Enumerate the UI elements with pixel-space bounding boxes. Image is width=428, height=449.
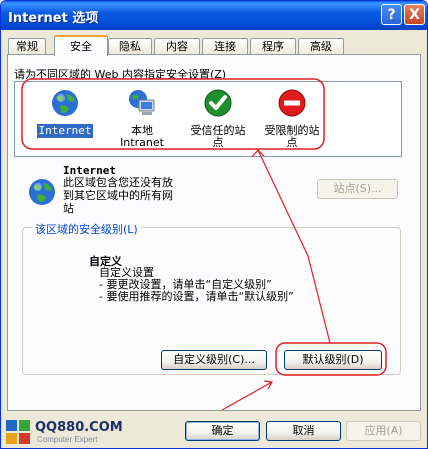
title-bar[interactable]: Internet 选项 ? X — [1, 1, 427, 30]
intranet-computer-icon — [129, 90, 155, 115]
zone-local-intranet-label: 本地 Intranet — [120, 124, 164, 149]
close-button[interactable]: X — [404, 4, 425, 25]
tab-privacy[interactable]: 隐私 — [108, 38, 152, 55]
tab-content[interactable]: 内容 — [154, 38, 200, 55]
trusted-check-icon — [204, 89, 232, 117]
zone-internet[interactable]: Internet — [35, 88, 95, 138]
default-level-button[interactable]: 默认级别(D) — [284, 350, 382, 370]
tab-programs[interactable]: 程序 — [250, 38, 296, 55]
zone-info-description: 此区域包含您还没有放到其它区域中的所有网站 — [63, 176, 173, 215]
zone-trusted-sites[interactable]: 受信任的站 点 — [185, 88, 251, 150]
ok-button[interactable]: 确定 — [185, 421, 260, 441]
puzzle-logo-icon — [6, 420, 30, 444]
restricted-no-entry-icon — [278, 89, 306, 117]
globe-icon — [29, 179, 55, 205]
zone-internet-label: Internet — [36, 124, 94, 138]
zone-restricted-sites[interactable]: 受限制的站 点 — [259, 88, 325, 150]
security-level-group-label: 该区域的安全级别(L) — [32, 221, 141, 237]
window-title: Internet 选项 — [8, 11, 99, 26]
tab-security[interactable]: 安全 — [54, 35, 108, 56]
tab-advanced[interactable]: 高级 — [298, 38, 344, 55]
security-level-line: - 要使用推荐的设置，请单击“默认级别” — [99, 290, 294, 303]
tab-strip: 常规 安全 隐私 内容 连接 程序 高级 — [8, 35, 427, 56]
internet-options-window: Internet 选项 ? X 常规 安全 隐私 内容 连接 程序 高级 请为不… — [0, 0, 428, 449]
zone-restricted-sites-label: 受限制的站 点 — [264, 124, 320, 149]
security-level-description: 自定义设置 - 要更改设置，请单击“自定义级别” - 要使用推荐的设置，请单击“… — [99, 267, 294, 303]
zone-local-intranet[interactable]: 本地 Intranet — [111, 88, 173, 150]
watermark-tagline: Computer Expert — [37, 435, 98, 444]
sites-button[interactable]: 站点(S)... — [317, 179, 398, 199]
zone-trusted-sites-label: 受信任的站 点 — [190, 124, 246, 149]
watermark-name: QQ880.COM — [35, 420, 123, 435]
watermark-logo: QQ880.COM Computer Expert — [5, 419, 125, 447]
zones-label: 请为不同区域的 Web 内容指定安全设置(Z) — [14, 68, 227, 81]
apply-button[interactable]: 应用(A) — [346, 421, 421, 441]
globe-icon — [52, 90, 78, 116]
help-button[interactable]: ? — [381, 4, 402, 25]
zones-list: Internet 本地 Intranet 受信任的站 点 受限制的站 点 — [14, 81, 402, 157]
cancel-button[interactable]: 取消 — [266, 421, 341, 441]
custom-level-button[interactable]: 自定义级别(C)... — [161, 350, 267, 370]
tab-general[interactable]: 常规 — [8, 38, 46, 55]
tab-connections[interactable]: 连接 — [202, 38, 248, 55]
